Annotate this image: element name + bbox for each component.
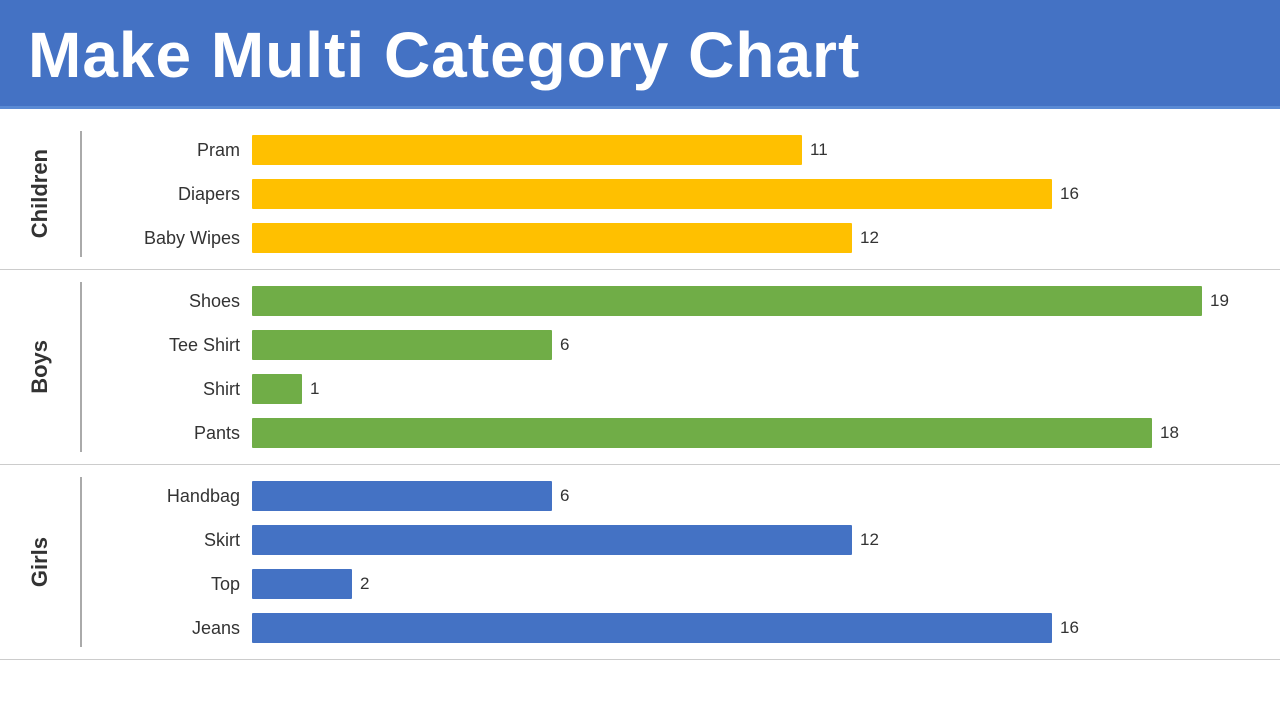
bar <box>252 330 552 360</box>
chart-container: ChildrenPram11Diapers16Baby Wipes12BoysS… <box>0 109 1280 714</box>
bar-label: Shirt <box>82 379 252 400</box>
bar-label: Pram <box>82 140 252 161</box>
bar-value: 11 <box>810 140 828 160</box>
bar-row: Shirt 1 <box>82 370 1280 408</box>
bar <box>252 223 852 253</box>
bar <box>252 286 1202 316</box>
category-label-wrapper-children: Children <box>0 127 80 261</box>
bar-track: 11 <box>252 135 1280 165</box>
bar-track: 16 <box>252 179 1280 209</box>
bar-row: Top 2 <box>82 565 1280 603</box>
bar-track: 12 <box>252 525 1280 555</box>
bar-track: 12 <box>252 223 1280 253</box>
bar-row: Tee Shirt 6 <box>82 326 1280 364</box>
category-label-children: Children <box>27 149 53 238</box>
page-title: Make Multi Category Chart <box>28 18 1252 92</box>
category-label-girls: Girls <box>27 537 53 587</box>
bar <box>252 481 552 511</box>
bar-row: Pram 11 <box>82 131 1280 169</box>
bar-value: 2 <box>360 574 369 594</box>
bar-value: 6 <box>560 486 569 506</box>
bar-label: Skirt <box>82 530 252 551</box>
bar-label: Pants <box>82 423 252 444</box>
bar-track: 6 <box>252 481 1280 511</box>
bar-track: 18 <box>252 418 1280 448</box>
bar-row: Pants 18 <box>82 414 1280 452</box>
bar-value: 16 <box>1060 184 1079 204</box>
bar-row: Shoes 19 <box>82 282 1280 320</box>
bar-track: 1 <box>252 374 1280 404</box>
category-label-boys: Boys <box>27 340 53 394</box>
bar-label: Handbag <box>82 486 252 507</box>
bar-label: Shoes <box>82 291 252 312</box>
bar-label: Diapers <box>82 184 252 205</box>
category-section-girls: Girls Handbag 6 Skirt 12 Top 2 Jeans 16 <box>0 465 1280 660</box>
bar-track: 6 <box>252 330 1280 360</box>
bar-label: Baby Wipes <box>82 228 252 249</box>
bar-row: Jeans 16 <box>82 609 1280 647</box>
category-label-wrapper-boys: Boys <box>0 278 80 456</box>
bar <box>252 525 852 555</box>
header: Make Multi Category Chart <box>0 0 1280 109</box>
bar-label: Tee Shirt <box>82 335 252 356</box>
bar-value: 16 <box>1060 618 1079 638</box>
bar-value: 6 <box>560 335 569 355</box>
rows-container-children: Pram 11 Diapers 16 Baby Wipes 12 <box>82 127 1280 261</box>
bar-value: 18 <box>1160 423 1179 443</box>
rows-container-boys: Shoes 19 Tee Shirt 6 Shirt 1 Pants 18 <box>82 278 1280 456</box>
bar-track: 19 <box>252 286 1280 316</box>
category-label-wrapper-girls: Girls <box>0 473 80 651</box>
bar <box>252 179 1052 209</box>
bar-label: Jeans <box>82 618 252 639</box>
bar-row: Handbag 6 <box>82 477 1280 515</box>
bar-value: 12 <box>860 530 879 550</box>
category-section-boys: Boys Shoes 19 Tee Shirt 6 Shirt 1 Pants 18 <box>0 270 1280 465</box>
bar <box>252 569 352 599</box>
bar-value: 1 <box>310 379 319 399</box>
bar-row: Skirt 12 <box>82 521 1280 559</box>
bar-track: 16 <box>252 613 1280 643</box>
bar-row: Diapers 16 <box>82 175 1280 213</box>
bar-label: Top <box>82 574 252 595</box>
bar-value: 12 <box>860 228 879 248</box>
bar <box>252 135 802 165</box>
bar-track: 2 <box>252 569 1280 599</box>
rows-container-girls: Handbag 6 Skirt 12 Top 2 Jeans 16 <box>82 473 1280 651</box>
bar-value: 19 <box>1210 291 1229 311</box>
category-section-children: Children Pram 11 Diapers 16 Baby Wipes 12 <box>0 119 1280 270</box>
bar-row: Baby Wipes 12 <box>82 219 1280 257</box>
bar <box>252 418 1152 448</box>
bar <box>252 613 1052 643</box>
bar <box>252 374 302 404</box>
